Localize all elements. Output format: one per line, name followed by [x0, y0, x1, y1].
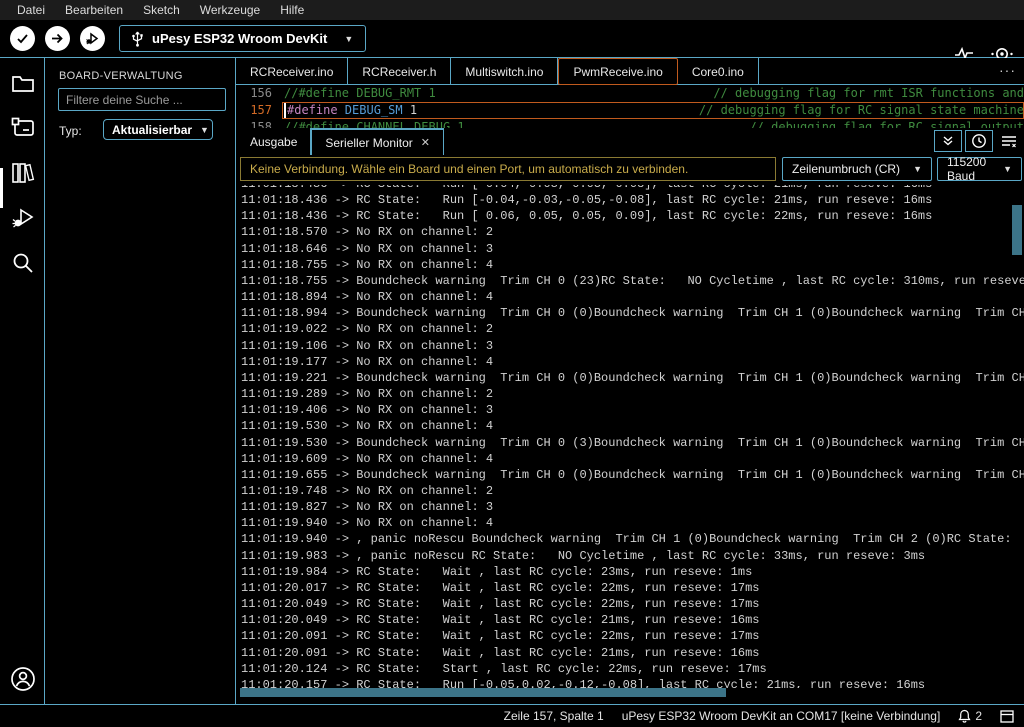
serial-monitor-output[interactable]: 11:01:18.436 -> RC State: Run [-0.04,-0.…	[236, 185, 1024, 688]
editor-tab[interactable]: PwmReceive.ino	[558, 58, 677, 85]
boards-manager-panel: BOARD-VERWALTUNG Typ: Aktualisierbar ▼	[45, 58, 236, 704]
debug-button[interactable]	[80, 26, 105, 51]
board-search-input[interactable]	[58, 88, 226, 111]
log-line: 11:01:19.655 -> Boundcheck warning Trim …	[241, 467, 1024, 483]
log-line: 11:01:18.755 -> No RX on channel: 4	[241, 257, 1024, 273]
vertical-scrollbar[interactable]	[1012, 205, 1022, 255]
board-selector-dropdown[interactable]: uPesy ESP32 Wroom DevKit ▼	[119, 25, 366, 52]
editor-tab-bar: RCReceiver.inoRCReceiver.hMultiswitch.in…	[236, 58, 1024, 85]
activity-sidebar	[0, 58, 45, 704]
output-tab-bar: Ausgabe Serieller Monitor ✕	[236, 128, 1024, 155]
collapse-panel-icon[interactable]	[934, 130, 962, 152]
log-line: 11:01:20.017 -> RC State: Wait , last RC…	[241, 580, 1024, 596]
upload-button[interactable]	[45, 26, 70, 51]
log-line: 11:01:19.983 -> , panic noRescu RC State…	[241, 548, 1024, 564]
log-line: 11:01:20.049 -> RC State: Wait , last RC…	[241, 612, 1024, 628]
log-line: 11:01:18.570 -> No RX on channel: 2	[241, 224, 1024, 240]
account-icon[interactable]	[10, 666, 36, 692]
editor-tab[interactable]: RCReceiver.h	[348, 58, 451, 85]
log-line: 11:01:18.646 -> No RX on channel: 3	[241, 241, 1024, 257]
type-filter-label: Typ:	[59, 124, 82, 138]
menu-item[interactable]: Werkzeuge	[191, 2, 269, 18]
log-line: 11:01:18.994 -> Boundcheck warning Trim …	[241, 305, 1024, 321]
status-bar: Zeile 157, Spalte 1 uPesy ESP32 Wroom De…	[0, 704, 1024, 727]
line-ending-dropdown[interactable]: Zeilenumbruch (CR) ▼	[782, 157, 932, 181]
log-line: 11:01:20.157 -> RC State: Run [-0.05,0.0…	[241, 677, 1024, 688]
log-line: 11:01:19.022 -> No RX on channel: 2	[241, 321, 1024, 337]
log-line: 11:01:18.436 -> RC State: Run [-0.04,-0.…	[241, 185, 1024, 192]
library-manager-icon[interactable]	[11, 161, 35, 185]
log-line: 11:01:18.894 -> No RX on channel: 4	[241, 289, 1024, 305]
editor-tab[interactable]: Core0.ino	[678, 58, 759, 85]
log-line: 11:01:19.748 -> No RX on channel: 2	[241, 483, 1024, 499]
log-line: 11:01:19.827 -> No RX on channel: 3	[241, 499, 1024, 515]
log-line: 11:01:19.289 -> No RX on channel: 2	[241, 386, 1024, 402]
log-line: 11:01:19.406 -> No RX on channel: 3	[241, 402, 1024, 418]
log-line: 11:01:20.091 -> RC State: Wait , last RC…	[241, 645, 1024, 661]
line-number: 157	[236, 102, 282, 119]
log-line: 11:01:19.106 -> No RX on channel: 3	[241, 338, 1024, 354]
log-line: 11:01:20.124 -> RC State: Start , last R…	[241, 661, 1024, 677]
tab-serial-monitor[interactable]: Serieller Monitor ✕	[311, 128, 444, 155]
more-tabs-icon[interactable]: ···	[999, 62, 1016, 78]
log-line: 11:01:18.755 -> Boundcheck warning Trim …	[241, 273, 1024, 289]
editor-tab[interactable]: RCReceiver.ino	[236, 58, 348, 85]
serial-monitor-controls: Keine Verbindung. Wähle ein Board und ei…	[236, 155, 1024, 184]
log-line: 11:01:19.530 -> Boundcheck warning Trim …	[241, 435, 1024, 451]
type-filter-dropdown[interactable]: Aktualisierbar ▼	[103, 119, 213, 140]
notifications-button[interactable]: 2	[958, 709, 982, 723]
editor-area: RCReceiver.inoRCReceiver.hMultiswitch.in…	[236, 58, 1024, 704]
chevron-down-icon: ▼	[1003, 164, 1012, 174]
log-line: 11:01:19.609 -> No RX on channel: 4	[241, 451, 1024, 467]
toggle-panel-icon[interactable]	[1000, 710, 1014, 723]
log-line: 11:01:18.436 -> RC State: Run [ 0.06, 0.…	[241, 208, 1024, 224]
bell-icon	[958, 709, 971, 723]
editor-tab[interactable]: Multiswitch.ino	[451, 58, 558, 85]
timestamp-toggle-icon[interactable]	[965, 130, 993, 152]
menu-item[interactable]: Bearbeiten	[56, 2, 132, 18]
log-line: 11:01:20.091 -> RC State: Wait , last RC…	[241, 628, 1024, 644]
menu-item[interactable]: Hilfe	[271, 2, 313, 18]
verify-button[interactable]	[10, 26, 35, 51]
clear-output-icon[interactable]	[996, 130, 1022, 152]
boards-manager-icon[interactable]	[11, 116, 35, 140]
baud-rate-dropdown[interactable]: 115200 Baud ▼	[937, 157, 1022, 181]
toolbar: uPesy ESP32 Wroom DevKit ▼	[0, 20, 1024, 58]
code-line-156: 156 //#define DEBUG_RMT 1// debugging fl…	[236, 85, 1024, 102]
menu-item[interactable]: Datei	[8, 2, 54, 18]
chevron-down-icon: ▼	[344, 34, 353, 44]
active-item-indicator	[0, 168, 3, 208]
no-connection-message: Keine Verbindung. Wähle ein Board und ei…	[240, 157, 776, 181]
board-connection-status[interactable]: uPesy ESP32 Wroom DevKit an COM17 [keine…	[622, 709, 941, 723]
text-cursor	[284, 102, 286, 119]
cursor-position: Zeile 157, Spalte 1	[504, 709, 604, 723]
code-line-158: 158 //#define CHANNEL_DEBUG 1// debuggin…	[236, 119, 1024, 128]
horizontal-scrollbar[interactable]	[240, 688, 726, 697]
menu-bar: DateiBearbeitenSketchWerkzeugeHilfe	[0, 0, 1024, 20]
log-line: 11:01:19.221 -> Boundcheck warning Trim …	[241, 370, 1024, 386]
chevron-down-icon: ▼	[913, 164, 922, 174]
log-line: 11:01:19.177 -> No RX on channel: 4	[241, 354, 1024, 370]
search-icon[interactable]	[11, 251, 35, 275]
arduino-ide-window: DateiBearbeitenSketchWerkzeugeHilfe	[0, 0, 1024, 727]
code-editor[interactable]: 156 //#define DEBUG_RMT 1// debugging fl…	[236, 85, 1024, 128]
panel-title: BOARD-VERWALTUNG	[59, 70, 183, 82]
chevron-down-icon: ▼	[200, 125, 209, 135]
close-icon[interactable]: ✕	[421, 136, 430, 149]
sketchbook-folder-icon[interactable]	[11, 72, 35, 96]
tab-output[interactable]: Ausgabe	[236, 128, 311, 155]
usb-icon	[132, 31, 143, 47]
code-line-157-active: 157 #define DEBUG_SM 1// debugging flag …	[236, 102, 1024, 119]
line-number: 158	[236, 119, 282, 128]
log-line: 11:01:20.049 -> RC State: Wait , last RC…	[241, 596, 1024, 612]
board-selector-label: uPesy ESP32 Wroom DevKit	[152, 31, 327, 46]
line-number: 156	[236, 85, 282, 102]
log-line: 11:01:19.984 -> RC State: Wait , last RC…	[241, 564, 1024, 580]
log-line: 11:01:19.940 -> No RX on channel: 4	[241, 515, 1024, 531]
log-line: 11:01:19.530 -> No RX on channel: 4	[241, 418, 1024, 434]
menu-item[interactable]: Sketch	[134, 2, 189, 18]
log-line: 11:01:19.940 -> , panic noRescu Boundche…	[241, 531, 1024, 547]
log-line: 11:01:18.436 -> RC State: Run [-0.04,-0.…	[241, 192, 1024, 208]
debug-panel-icon[interactable]	[11, 206, 35, 230]
